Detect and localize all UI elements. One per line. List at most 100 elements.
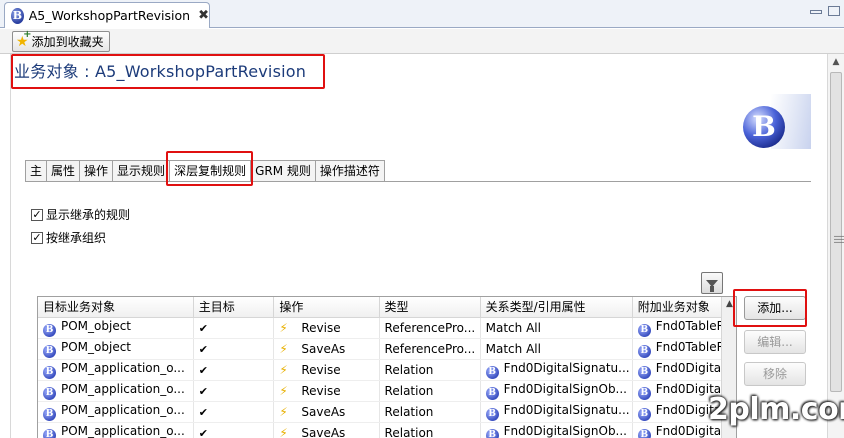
- table-row[interactable]: B POM_application_o... ✔ ⚡ Revise Relation B Fn…: [38, 359, 736, 381]
- operation-text: Revise: [301, 362, 341, 377]
- cell-relation: B Fnd0DigitalSignOb...: [480, 380, 633, 402]
- add-highlight-box: [733, 289, 807, 327]
- lightning-icon: ⚡: [279, 320, 288, 335]
- cell-type: ReferencePro...: [379, 338, 481, 360]
- grip-icon: ― ― ―: [834, 231, 844, 248]
- cell-primary: ✔: [193, 317, 275, 339]
- business-object-icon: B: [485, 386, 499, 400]
- cell-target: B POM_object: [38, 338, 194, 360]
- table-row[interactable]: B POM_object ✔ ⚡ SaveAs ReferencePro... Match …: [38, 338, 736, 360]
- attached-text: Fnd0TableR: [655, 318, 725, 333]
- cell-relation: Match All: [480, 317, 633, 339]
- close-icon[interactable]: ✖: [198, 8, 209, 23]
- cell-primary: ✔: [193, 380, 275, 402]
- tab-display-rules[interactable]: 显示规则: [112, 160, 171, 181]
- operation-text: SaveAs: [301, 425, 346, 438]
- cell-primary: ✔: [193, 359, 275, 381]
- business-object-icon: B: [43, 407, 56, 421]
- table-row[interactable]: B POM_application_o... ✔ ⚡ SaveAs Relation B Fn…: [38, 422, 736, 438]
- check-icon: ✔: [198, 363, 208, 377]
- business-object-icon: B: [43, 323, 56, 337]
- relation-text: Match All: [485, 320, 541, 335]
- cell-primary: ✔: [193, 422, 275, 438]
- type-text: ReferencePro...: [384, 320, 476, 335]
- check-icon: ✔: [198, 405, 208, 419]
- cell-target: B POM_application_o...: [38, 422, 194, 438]
- maximize-icon[interactable]: [828, 6, 840, 16]
- scrollbar-thumb[interactable]: ― ― ―: [830, 72, 844, 392]
- tab-grm-rules[interactable]: GRM 规则: [250, 160, 316, 181]
- business-object-icon: B: [637, 407, 651, 421]
- target-text: POM_application_o...: [61, 423, 185, 438]
- editor-tab[interactable]: B A5_WorkshopPartRevision ✖: [4, 2, 210, 28]
- tab-operation-descriptors[interactable]: 操作描述符: [314, 160, 385, 181]
- lightning-icon: ⚡: [279, 425, 288, 438]
- business-object-icon: B: [43, 344, 56, 358]
- cell-type: Relation: [379, 422, 481, 438]
- business-object-icon: B: [637, 386, 651, 400]
- lightning-icon: ⚡: [279, 362, 288, 377]
- business-object-icon: B: [43, 428, 56, 438]
- cell-operation: ⚡ Revise: [273, 359, 380, 381]
- scroll-up-icon[interactable]: ▲: [828, 54, 844, 70]
- col-operation[interactable]: 操作: [273, 297, 380, 318]
- cell-target: B POM_application_o...: [38, 401, 194, 423]
- target-text: POM_application_o...: [61, 360, 185, 375]
- show-inherited-option[interactable]: ✓ 显示继承的规则: [31, 206, 130, 223]
- table-header-row: 目标业务对象 主目标 操作 类型 关系类型/引用属性 附加业务对象: [38, 297, 736, 318]
- deep-copy-rules-table: 目标业务对象 主目标 操作 类型 关系类型/引用属性 附加业务对象 B POM_o…: [37, 296, 737, 438]
- business-object-icon: B: [637, 344, 651, 358]
- editor-content: 业务对象 : A5_WorkshopPartRevision B 主 属性 操作…: [10, 54, 826, 438]
- cell-operation: ⚡ SaveAs: [273, 422, 380, 438]
- title-highlight-box: [11, 54, 325, 89]
- type-text: Relation: [384, 425, 434, 438]
- cell-operation: ⚡ Revise: [273, 317, 380, 339]
- add-to-favorites-label: 添加到收藏夹: [31, 35, 104, 49]
- col-primary[interactable]: 主目标: [193, 297, 275, 318]
- table-row[interactable]: B POM_object ✔ ⚡ Revise ReferencePro... Match …: [38, 317, 736, 339]
- cell-relation: B Fnd0DigitalSignOb...: [480, 422, 633, 438]
- tab-operations[interactable]: 操作: [79, 160, 114, 181]
- target-text: POM_application_o...: [61, 402, 185, 417]
- col-relation[interactable]: 关系类型/引用属性: [480, 297, 633, 318]
- cell-operation: ⚡ Revise: [273, 380, 380, 402]
- b-logo-icon: B: [743, 106, 785, 148]
- relation-text: Fnd0DigitalSignatu...: [503, 402, 630, 417]
- business-object-icon: B: [43, 365, 56, 379]
- business-object-icon: B: [485, 365, 499, 379]
- attached-text: Fnd0TableR: [655, 339, 725, 354]
- subtab-highlight-box: [166, 151, 253, 186]
- editor-tab-strip: B A5_WorkshopPartRevision ✖: [0, 0, 844, 28]
- add-to-favorites-button[interactable]: ★ + 添加到收藏夹: [12, 28, 110, 52]
- star-add-icon: ★ +: [16, 28, 32, 50]
- col-target-object[interactable]: 目标业务对象: [38, 297, 194, 318]
- business-object-icon: B: [637, 323, 651, 337]
- operation-text: SaveAs: [301, 341, 346, 356]
- col-type[interactable]: 类型: [379, 297, 481, 318]
- tab-main[interactable]: 主: [25, 160, 48, 181]
- operation-text: SaveAs: [301, 404, 346, 419]
- cell-relation: B Fnd0DigitalSignatu...: [480, 401, 633, 423]
- cell-target: B POM_application_o...: [38, 380, 194, 402]
- business-object-icon: B: [11, 7, 24, 24]
- show-inherited-checkbox[interactable]: ✓: [31, 208, 43, 221]
- check-icon: ✔: [198, 384, 208, 398]
- business-object-icon: B: [43, 386, 56, 400]
- type-text: Relation: [384, 404, 434, 419]
- table-row[interactable]: B POM_application_o... ✔ ⚡ Revise Relation B Fn…: [38, 380, 736, 402]
- edit-button[interactable]: 编辑...: [744, 330, 806, 354]
- editor-scrollbar[interactable]: ▲ ― ― ―: [827, 54, 844, 438]
- filter-button[interactable]: [701, 272, 723, 294]
- relation-text: Match All: [485, 341, 541, 356]
- lightning-icon: ⚡: [279, 383, 288, 398]
- editor-tab-title: A5_WorkshopPartRevision: [28, 8, 191, 23]
- group-by-inherit-checkbox[interactable]: ✓: [31, 231, 43, 244]
- tab-properties[interactable]: 属性: [46, 160, 81, 181]
- group-by-inherit-option[interactable]: ✓ 按继承组织: [31, 229, 106, 246]
- table-row[interactable]: B POM_application_o... ✔ ⚡ SaveAs Relation B Fn…: [38, 401, 736, 423]
- target-text: POM_object: [61, 318, 132, 333]
- minimize-icon[interactable]: [810, 10, 822, 14]
- remove-button[interactable]: 移除: [744, 362, 806, 386]
- lightning-icon: ⚡: [279, 404, 288, 419]
- cell-type: Relation: [379, 359, 481, 381]
